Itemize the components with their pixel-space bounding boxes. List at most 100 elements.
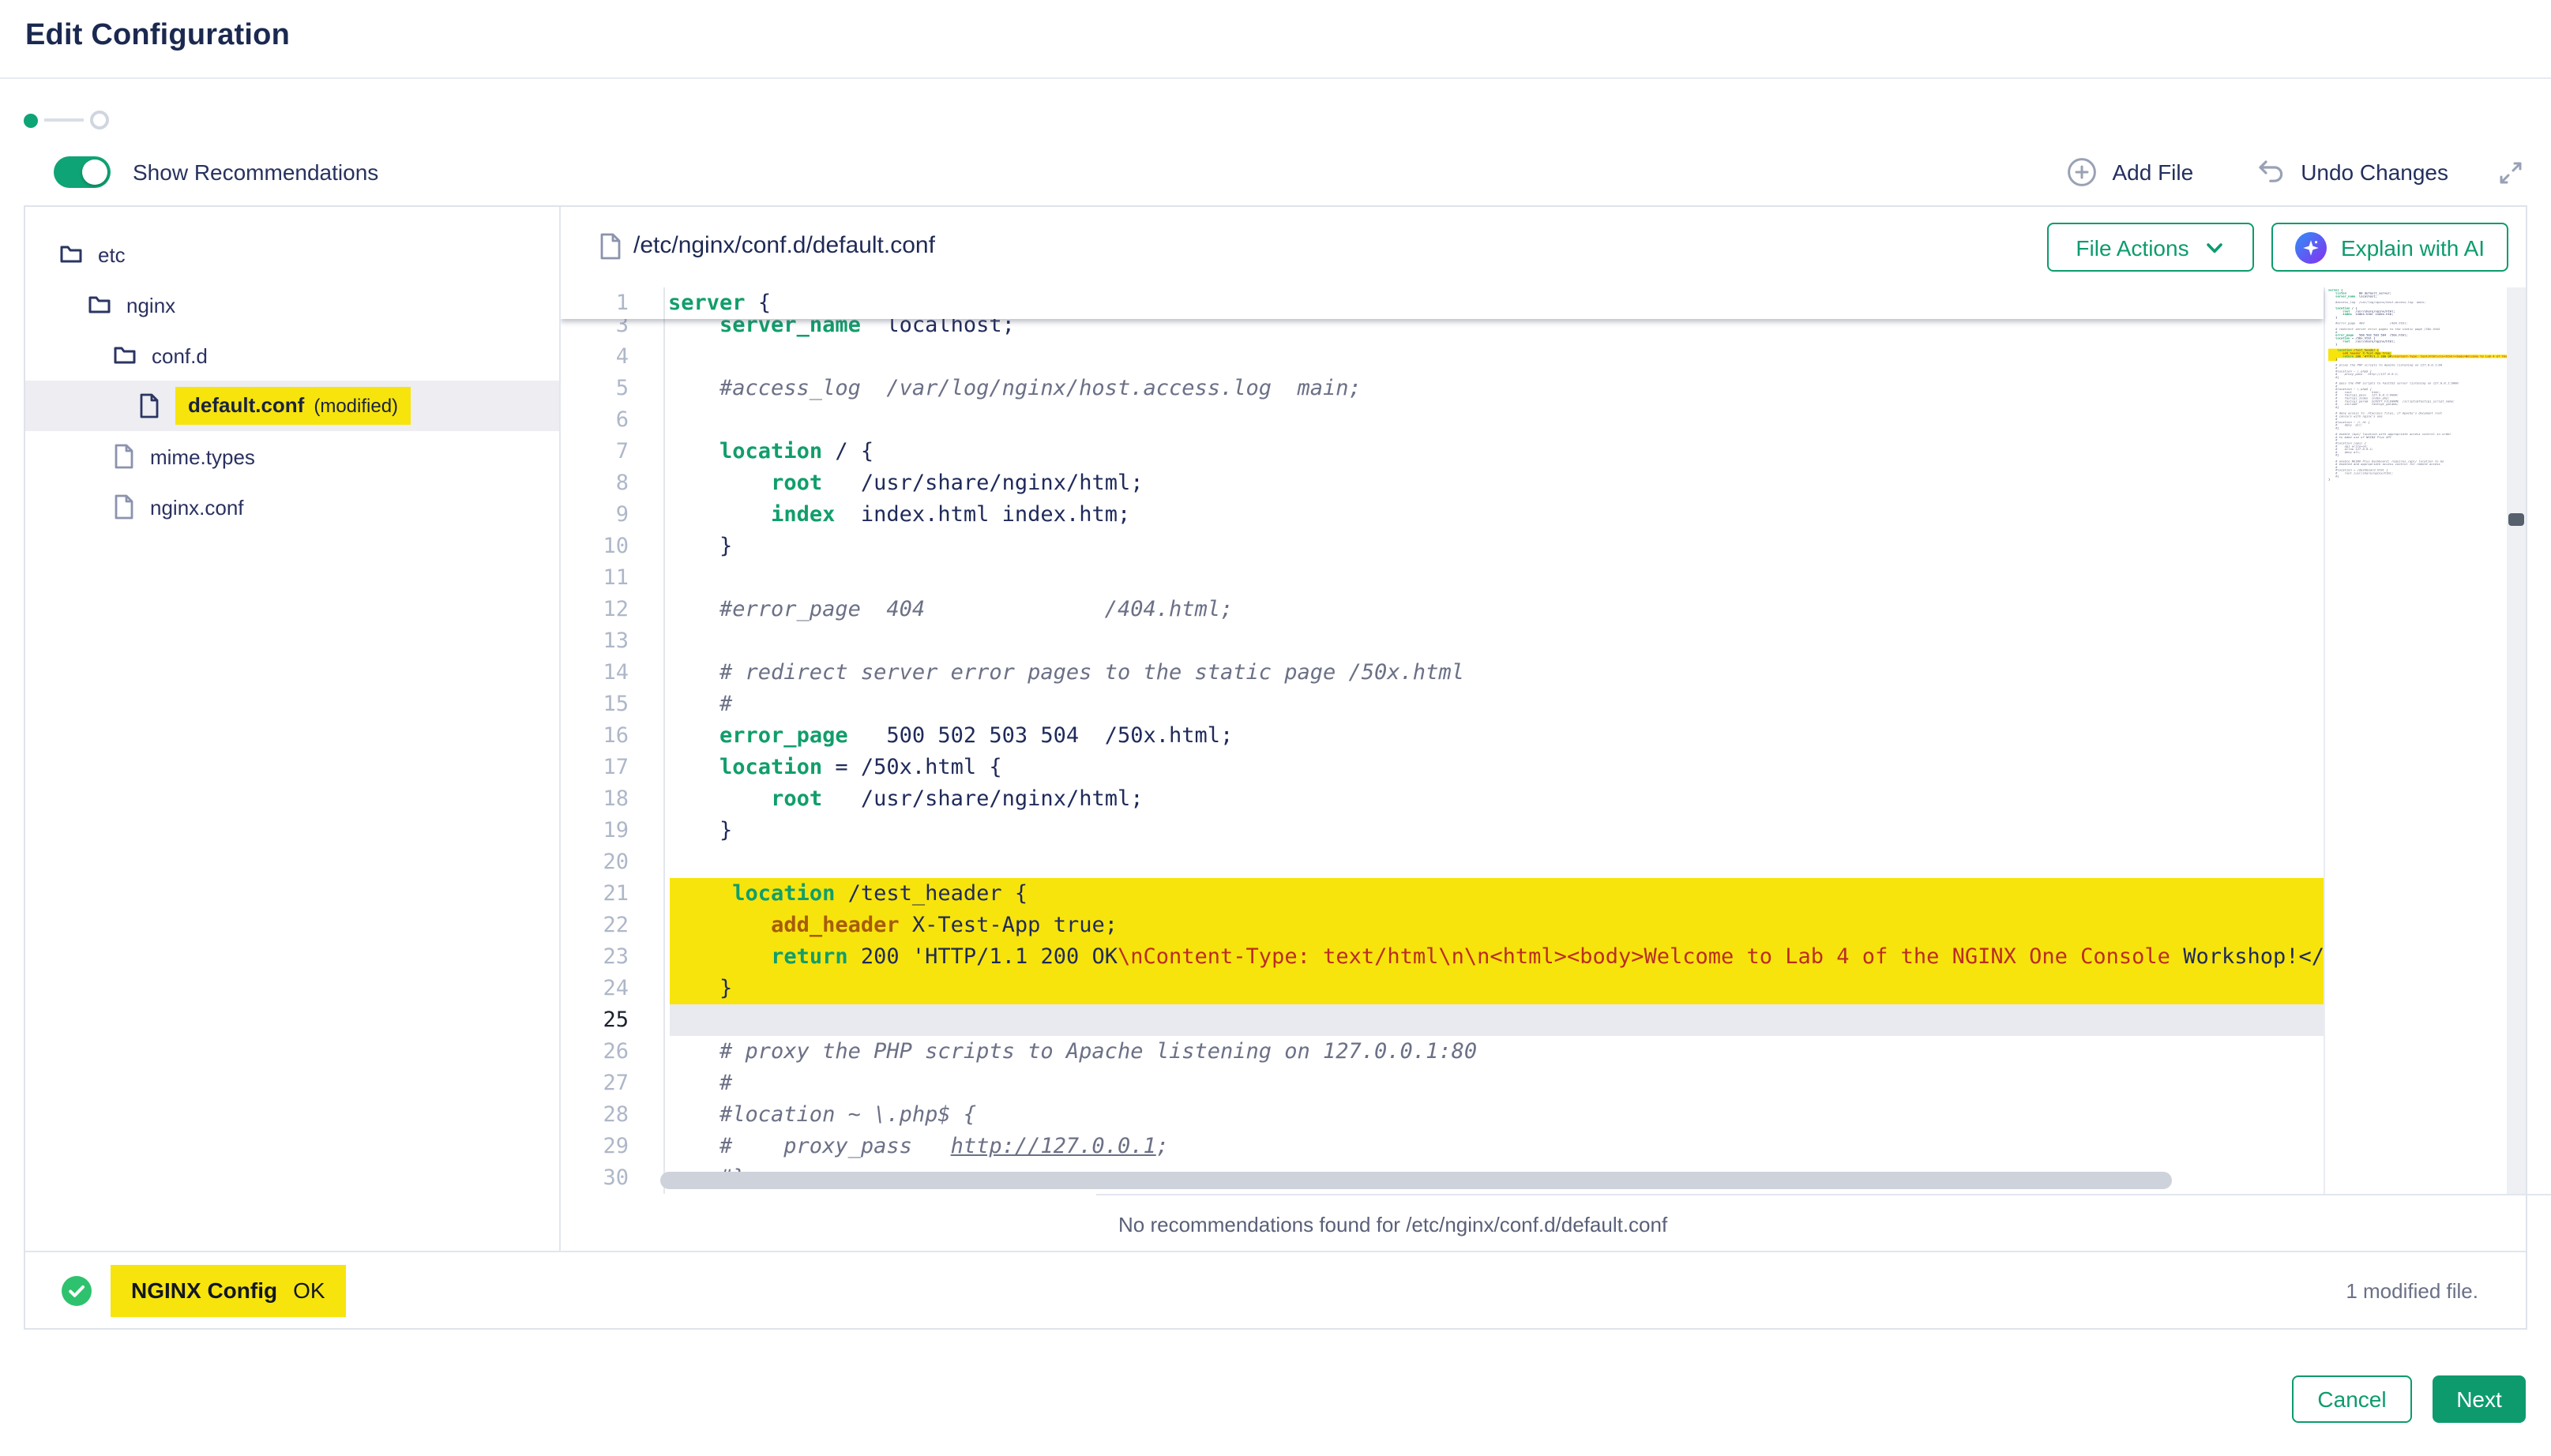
step-connector <box>44 118 84 122</box>
undo-changes-button[interactable]: Undo Changes <box>2253 156 2448 188</box>
cancel-button[interactable]: Cancel <box>2292 1375 2412 1423</box>
code-line-23[interactable]: 23 return 200 'HTTP/1.1 200 OK\nContent-… <box>561 941 2324 973</box>
file-icon <box>114 494 134 520</box>
tree-item-label: mime.types <box>150 445 255 468</box>
file-actions-label: File Actions <box>2076 235 2188 260</box>
line-number: 10 <box>561 531 665 562</box>
line-number: 21 <box>561 878 665 910</box>
line-content <box>665 404 2324 436</box>
code-line-24[interactable]: 24 } <box>561 973 2324 1004</box>
line-content: location /test_header { <box>665 878 2324 910</box>
step-1-dot[interactable] <box>24 113 38 127</box>
header-divider <box>0 77 2551 79</box>
line-number: 19 <box>561 815 665 846</box>
line-content <box>665 625 2324 657</box>
code-line-12[interactable]: 12 #error_page 404 /404.html; <box>561 594 2324 625</box>
explain-with-ai-button[interactable]: Explain with AI <box>2271 223 2508 272</box>
show-recommendations-toggle[interactable] <box>54 156 111 188</box>
line-number: 6 <box>561 404 665 436</box>
wizard-stepper <box>24 111 109 129</box>
code-line-28[interactable]: 28 #location ~ \.php$ { <box>561 1099 2324 1131</box>
line-content: # <box>665 1068 2324 1099</box>
tree-item-mime-types[interactable]: mime.types <box>25 431 559 482</box>
folder-icon <box>60 245 82 264</box>
folder-icon <box>114 346 136 365</box>
line-content: # proxy_pass http://127.0.0.1; <box>665 1131 2324 1162</box>
code-line-15[interactable]: 15 # <box>561 689 2324 720</box>
horizontal-scrollbar-thumb[interactable] <box>660 1172 2172 1189</box>
code-lines: 3 server_name localhost;45 #access_log /… <box>561 310 2324 1194</box>
code-line-11[interactable]: 11 <box>561 562 2324 594</box>
line-content: location = /50x.html { <box>665 752 2324 783</box>
line-number: 28 <box>561 1099 665 1131</box>
code-line-20[interactable]: 20 <box>561 846 2324 878</box>
line-content: error_page 500 502 503 504 /50x.html; <box>665 720 2324 752</box>
code-line-27[interactable]: 27 # <box>561 1068 2324 1099</box>
chevron-down-icon <box>2203 236 2226 258</box>
tree-item-conf-d[interactable]: conf.d <box>25 330 559 381</box>
add-file-button[interactable]: Add File <box>2066 156 2193 188</box>
step-2-dot[interactable] <box>90 111 109 129</box>
vertical-scrollbar-thumb[interactable] <box>2508 513 2524 526</box>
line-number: 14 <box>561 657 665 689</box>
line-number: 12 <box>561 594 665 625</box>
code-line-8[interactable]: 8 root /usr/share/nginx/html; <box>561 467 2324 499</box>
line-number: 1 <box>561 287 665 319</box>
code-line-19[interactable]: 19 } <box>561 815 2324 846</box>
recommendations-message: No recommendations found for /etc/nginx/… <box>1118 1212 1667 1236</box>
line-number: 13 <box>561 625 665 657</box>
line-content: #error_page 404 /404.html; <box>665 594 2324 625</box>
line-number: 15 <box>561 689 665 720</box>
line-content <box>665 341 2324 373</box>
code-line-14[interactable]: 14 # redirect server error pages to the … <box>561 657 2324 689</box>
next-button[interactable]: Next <box>2433 1375 2526 1423</box>
line-number: 20 <box>561 846 665 878</box>
code-line-9[interactable]: 9 index index.html index.htm; <box>561 499 2324 531</box>
code-line-6[interactable]: 6 <box>561 404 2324 436</box>
editor-minimap[interactable]: server { listen 80 default_server; serve… <box>2324 287 2508 1194</box>
toolbar-right: Add File Undo Changes <box>2066 156 2526 188</box>
line-content: return 200 'HTTP/1.1 200 OK\nContent-Typ… <box>665 941 2324 973</box>
code-line-22[interactable]: 22 add_header X-Test-App true; <box>561 910 2324 941</box>
line-content: # redirect server error pages to the sta… <box>665 657 2324 689</box>
vertical-scrollbar[interactable] <box>2507 287 2526 1194</box>
line-content <box>665 846 2324 878</box>
tree-item-label: default.conf <box>188 387 304 425</box>
modified-file-highlight: default.conf(modified) <box>175 387 411 425</box>
code-line-26[interactable]: 26 # proxy the PHP scripts to Apache lis… <box>561 1036 2324 1068</box>
expand-dialog-button[interactable] <box>2496 157 2526 187</box>
code-line-29[interactable]: 29 # proxy_pass http://127.0.0.1; <box>561 1131 2324 1162</box>
file-path: /etc/nginx/conf.d/default.conf <box>633 232 935 259</box>
file-actions-button[interactable]: File Actions <box>2047 223 2254 272</box>
tree-item-etc[interactable]: etc <box>25 229 559 280</box>
code-line-7[interactable]: 7 location / { <box>561 436 2324 467</box>
sticky-line: 1server { <box>561 287 2324 319</box>
minimap-content: server { listen 80 default_server; serve… <box>2328 289 2508 481</box>
code-line-13[interactable]: 13 <box>561 625 2324 657</box>
edit-configuration-dialog: Edit Configuration Show Recommendations … <box>0 0 2551 1456</box>
code-line-4[interactable]: 4 <box>561 341 2324 373</box>
nginx-config-status-badge: NGINX Config OK <box>111 1264 346 1316</box>
code-line-18[interactable]: 18 root /usr/share/nginx/html; <box>561 783 2324 815</box>
line-content: root /usr/share/nginx/html; <box>665 783 2324 815</box>
line-number: 9 <box>561 499 665 531</box>
line-number: 29 <box>561 1131 665 1162</box>
tree-item-nginx[interactable]: nginx <box>25 280 559 330</box>
code-line-17[interactable]: 17 location = /50x.html { <box>561 752 2324 783</box>
explain-ai-label: Explain with AI <box>2341 235 2485 260</box>
code-editor[interactable]: 3 server_name localhost;45 #access_log /… <box>561 287 2526 1194</box>
code-line-25[interactable]: 25 <box>561 1004 2324 1036</box>
code-line-5[interactable]: 5 #access_log /var/log/nginx/host.access… <box>561 373 2324 404</box>
code-line-16[interactable]: 16 error_page 500 502 503 504 /50x.html; <box>561 720 2324 752</box>
plus-circle-icon <box>2066 156 2098 188</box>
tree-item-label: nginx.conf <box>150 495 244 519</box>
code-line-21[interactable]: 21 location /test_header { <box>561 878 2324 910</box>
file-icon <box>139 393 160 418</box>
tree-item-default-conf[interactable]: default.conf(modified) <box>25 381 559 431</box>
line-number: 25 <box>561 1004 665 1036</box>
tree-item-label: nginx <box>126 293 175 317</box>
add-file-label: Add File <box>2112 159 2193 185</box>
code-line-10[interactable]: 10 } <box>561 531 2324 562</box>
line-number: 11 <box>561 562 665 594</box>
tree-item-nginx-conf[interactable]: nginx.conf <box>25 482 559 532</box>
